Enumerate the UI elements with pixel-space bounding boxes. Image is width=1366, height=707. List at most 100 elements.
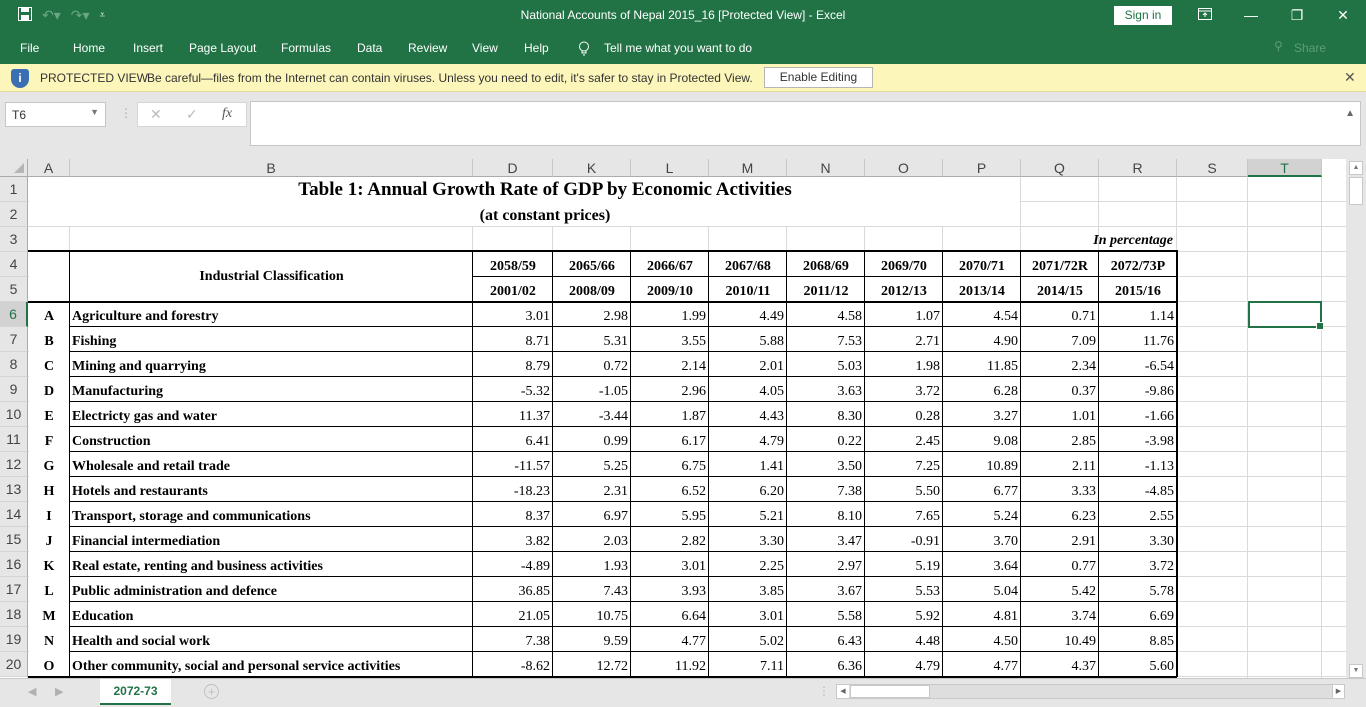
growth-rate-value: 1.87 [681,409,707,424]
collapse-formula-bar-icon[interactable]: ▲ [1345,108,1355,119]
tab-split-grip[interactable]: ⋮ [818,684,830,698]
scroll-down-icon[interactable]: ▼ [1349,664,1363,678]
tab-file[interactable]: File [20,41,39,55]
cancel-icon[interactable]: ✕ [150,106,162,123]
column-header-p[interactable]: P [943,159,1021,177]
select-all-corner[interactable] [0,159,28,177]
scroll-right-icon[interactable]: ▶ [1332,685,1344,698]
share-button[interactable]: ⚲ Share [1274,39,1326,55]
column-header-k[interactable]: K [553,159,631,177]
table-border [70,451,1177,452]
row-header-19[interactable]: 19 [0,627,28,652]
sign-in-button[interactable]: Sign in [1114,6,1172,25]
enable-editing-button[interactable]: Enable Editing [764,67,873,88]
enter-check-icon[interactable]: ✓ [186,106,198,123]
column-header-q[interactable]: Q [1021,159,1099,177]
column-header-m[interactable]: M [709,159,787,177]
tab-page-layout[interactable]: Page Layout [189,41,256,55]
tab-data[interactable]: Data [357,41,382,55]
vertical-scrollbar[interactable]: ▲ ▼ [1346,159,1366,678]
industry-name: Financial intermediation [72,534,221,549]
row-header-5[interactable]: 5 [0,277,28,302]
growth-rate-value: 5.58 [837,609,863,624]
row-header-3[interactable]: 3 [0,227,28,252]
row-header-13[interactable]: 13 [0,477,28,502]
classification-header: Industrial Classification [199,269,344,284]
row-header-1[interactable]: 1 [0,177,28,202]
column-header-b[interactable]: B [70,159,473,177]
formula-input[interactable]: ▲ [250,101,1361,146]
row-header-8[interactable]: 8 [0,352,28,377]
tab-formulas[interactable]: Formulas [281,41,331,55]
scroll-left-icon[interactable]: ◀ [837,685,849,698]
horizontal-scrollbar[interactable]: ◀ ▶ [836,684,1345,699]
table-border [708,252,709,677]
tab-review[interactable]: Review [408,41,447,55]
close-message-bar-icon[interactable]: ✕ [1344,69,1356,86]
growth-rate-value: 21.05 [518,609,551,624]
chevron-down-icon[interactable]: ▼ [90,107,99,117]
row-header-4[interactable]: 4 [0,252,28,277]
column-header-r[interactable]: R [1099,159,1177,177]
table-border [70,526,1177,527]
ribbon-display-options-icon[interactable] [1190,4,1220,26]
formula-bar-grip[interactable]: ⋮ [120,106,132,120]
row-header-2[interactable]: 2 [0,202,28,227]
growth-rate-value: 2.71 [915,334,941,349]
next-sheet-icon[interactable]: ▶ [55,685,63,698]
minimize-icon[interactable]: — [1236,4,1266,26]
growth-rate-value: 4.43 [759,409,785,424]
growth-rate-value: 4.58 [837,309,863,324]
year-bs-header: 2071/72R [1032,259,1088,274]
table-border [1098,252,1099,677]
row-header-20[interactable]: 20 [0,652,28,677]
row-header-6[interactable]: 6 [0,302,28,327]
row-header-12[interactable]: 12 [0,452,28,477]
growth-rate-value: 7.43 [603,584,629,599]
row-header-9[interactable]: 9 [0,377,28,402]
restore-icon[interactable]: ❐ [1282,4,1312,26]
insert-function-icon[interactable]: fx [222,106,232,122]
row-header-14[interactable]: 14 [0,502,28,527]
growth-rate-value: 3.72 [915,384,941,399]
row-header-15[interactable]: 15 [0,527,28,552]
tab-help[interactable]: Help [524,41,549,55]
worksheet-grid[interactable]: A B D K L M N O P Q R S T 1 2 3 4 5 6 7 8 9 10 11 12 13 14 15 16 17 18… [0,159,1346,678]
growth-rate-value: 4.50 [993,634,1019,649]
column-header-l[interactable]: L [631,159,709,177]
scroll-up-icon[interactable]: ▲ [1349,161,1363,175]
row-header-10[interactable]: 10 [0,402,28,427]
selected-cell-t6[interactable] [1248,301,1324,330]
add-sheet-icon[interactable]: + [204,684,219,699]
close-icon[interactable]: ✕ [1328,4,1358,26]
tab-view[interactable]: View [472,41,498,55]
industry-name: Hotels and restaurants [72,484,208,499]
name-box[interactable]: T6 ▼ [5,102,106,127]
growth-rate-value: 3.82 [525,534,551,549]
tab-insert[interactable]: Insert [133,41,163,55]
row-header-17[interactable]: 17 [0,577,28,602]
row-header-16[interactable]: 16 [0,552,28,577]
horizontal-scroll-thumb[interactable] [850,685,930,698]
prev-sheet-icon[interactable]: ◀ [28,685,36,698]
row-header-11[interactable]: 11 [0,427,28,452]
share-user-icon: ⚲ [1274,39,1283,53]
sheet-tab-2072-73[interactable]: 2072-73 [100,679,171,705]
column-header-a[interactable]: A [28,159,70,177]
growth-rate-value: 7.38 [525,634,551,649]
vertical-scroll-thumb[interactable] [1349,177,1363,205]
column-header-t[interactable]: T [1248,159,1322,177]
tell-me-search[interactable]: Tell me what you want to do [604,41,752,55]
industry-code: H [43,484,55,499]
column-header-n[interactable]: N [787,159,865,177]
row-header-7[interactable]: 7 [0,327,28,352]
column-header-s[interactable]: S [1177,159,1248,177]
tab-home[interactable]: Home [73,41,105,55]
growth-rate-value: 2.55 [1149,509,1175,524]
column-header-d[interactable]: D [473,159,553,177]
column-header-o[interactable]: O [865,159,943,177]
year-ad-header: 2012/13 [881,284,927,299]
growth-rate-value: 7.53 [837,334,863,349]
growth-rate-value: 5.25 [603,459,629,474]
row-header-18[interactable]: 18 [0,602,28,627]
